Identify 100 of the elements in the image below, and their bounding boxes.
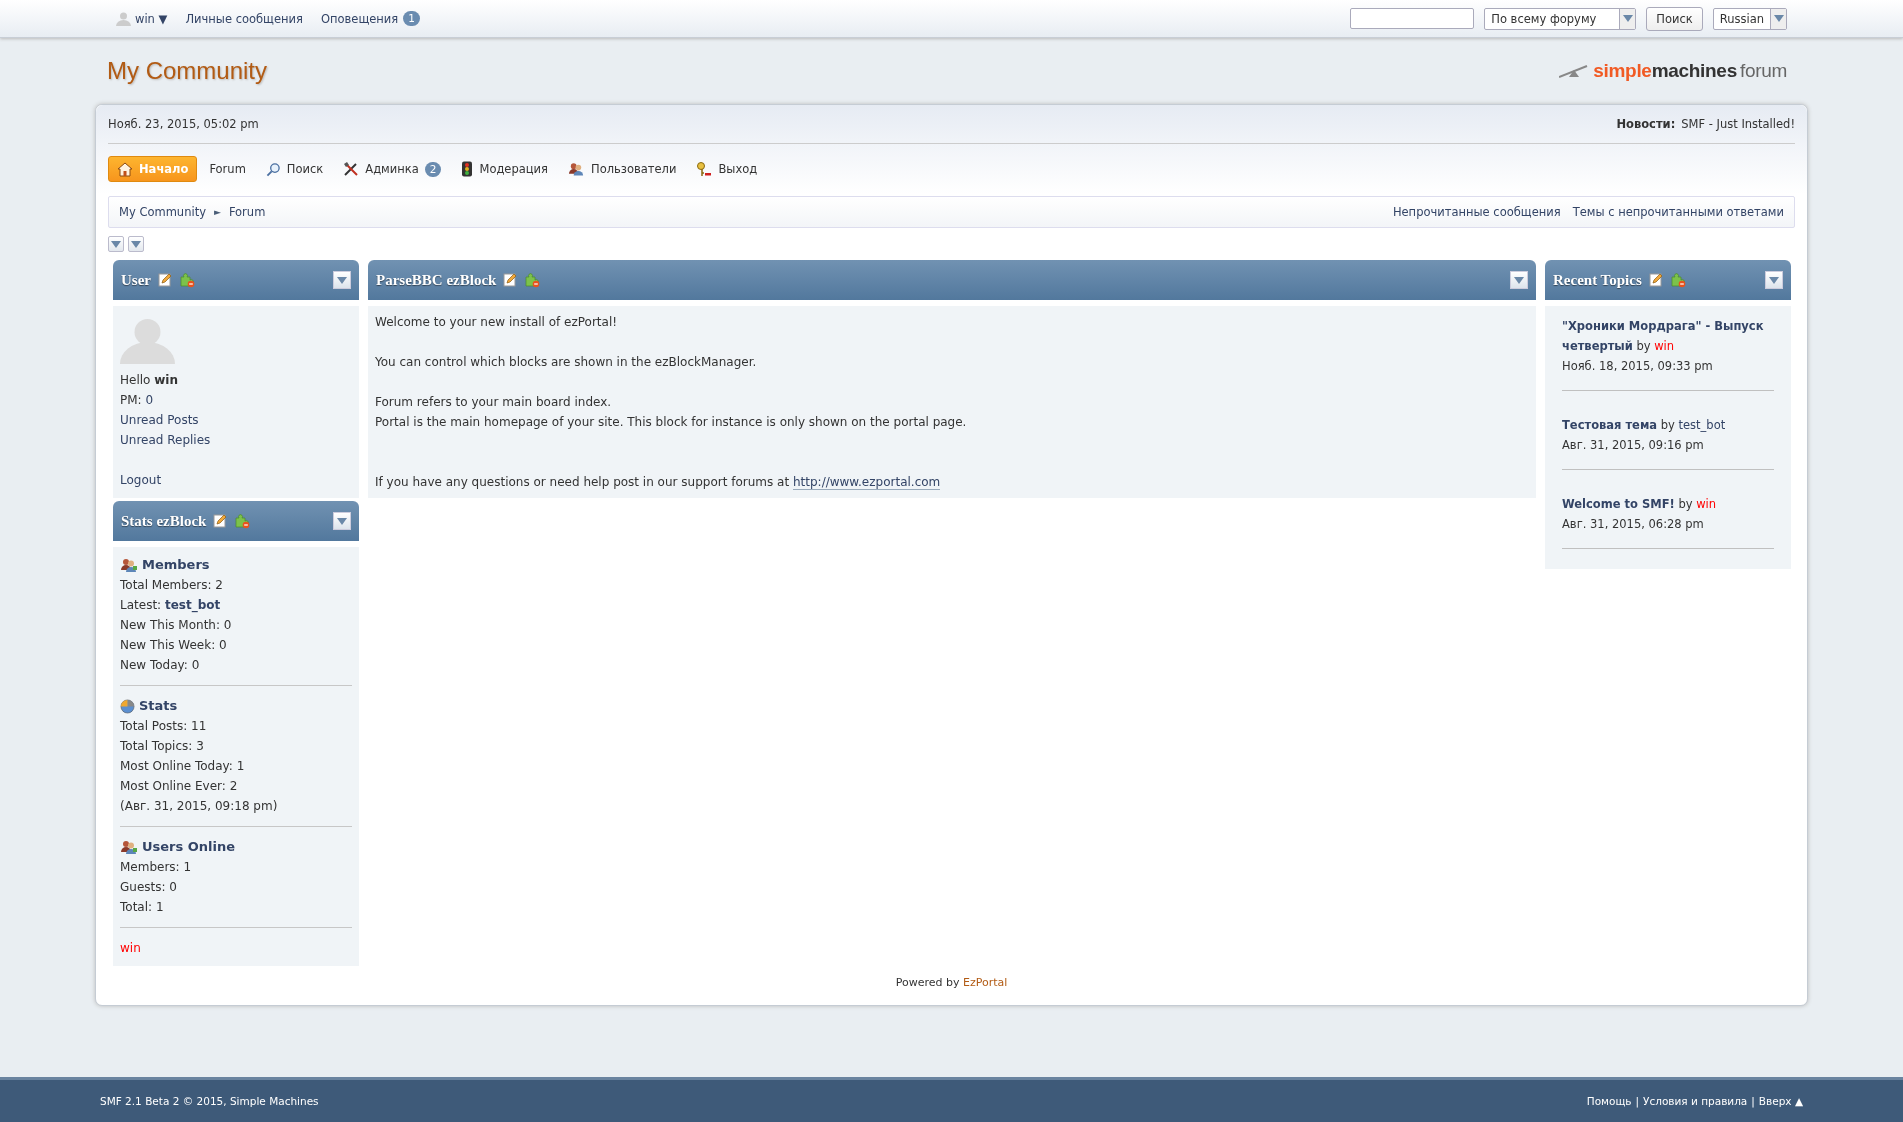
topic-date: Нояб. 18, 2015, 09:33 pm xyxy=(1562,358,1714,375)
members-icon xyxy=(120,839,138,855)
quick-link[interactable]: Непрочитанные сообщения xyxy=(1392,205,1561,219)
count-badge: 1 xyxy=(403,11,420,26)
news-text: SMF - Just Installed! xyxy=(1681,117,1795,131)
top-link[interactable]: Личные сообщения xyxy=(185,11,303,26)
top-link[interactable]: Оповещения xyxy=(320,11,399,26)
stat-line: Members: 1 xyxy=(120,859,193,876)
menu-item[interactable]: Выход xyxy=(688,157,766,181)
current-date: Нояб. 23, 2015, 05:02 pm xyxy=(108,117,259,131)
chevron-down-icon xyxy=(1514,276,1524,284)
author-link[interactable]: win xyxy=(1696,497,1717,511)
stat-line: Total Topics: 3 xyxy=(120,738,205,755)
stat-line: Most Online Ever: 2 xyxy=(120,778,239,795)
collapse-button[interactable] xyxy=(333,271,351,289)
user-menu-link[interactable]: win ▼ xyxy=(135,11,168,26)
user-link[interactable]: Unread Replies xyxy=(120,433,211,447)
stat-line: Total: 1 xyxy=(120,899,165,916)
section-title: Members xyxy=(142,556,210,574)
stat-line: Guests: 0 xyxy=(120,879,178,896)
chevron-down-icon xyxy=(1769,276,1779,284)
collapse-button[interactable] xyxy=(1765,271,1783,289)
breadcrumb-link[interactable]: My Community xyxy=(119,205,206,219)
breadcrumb-link[interactable]: Forum xyxy=(228,205,266,219)
quick-link[interactable]: Темы с непрочитанными ответами xyxy=(1572,205,1784,219)
chevron-down-icon xyxy=(337,517,347,525)
author-link[interactable]: test_bot xyxy=(1678,418,1726,432)
home-icon xyxy=(117,161,133,177)
members-icon xyxy=(120,557,138,573)
topic-heading[interactable]: "Хроники Мордрага" - Выпуск четвертый by win xyxy=(1562,316,1774,356)
puzzle-icon[interactable] xyxy=(524,272,541,288)
stat-line: (Авг. 31, 2015, 09:18 pm) xyxy=(120,798,279,815)
section-title: Stats xyxy=(139,697,178,715)
author-link[interactable]: win xyxy=(1654,339,1675,353)
collapse-button[interactable] xyxy=(1510,271,1528,289)
logout-link[interactable]: Logout xyxy=(120,473,162,487)
topic-heading[interactable]: Тестовая тема by test_bot xyxy=(1562,415,1774,435)
tools-icon xyxy=(343,161,360,177)
footer-link[interactable]: Условия и правила xyxy=(1643,1095,1748,1107)
stat-line: Latest: test_bot xyxy=(120,597,222,615)
pm-label: PM: xyxy=(120,393,142,407)
search-button[interactable]: Поиск xyxy=(1646,6,1703,31)
collapse-button[interactable] xyxy=(333,512,351,530)
link-separator: | xyxy=(1635,1095,1640,1107)
footer-link[interactable]: Вверх ▲ xyxy=(1758,1095,1803,1107)
copyright-text: SMF 2.1 Beta 2 © 2015, Simple Machines xyxy=(100,1095,319,1107)
stat-line: Total Members: 2 xyxy=(120,577,224,594)
pencil-icon[interactable] xyxy=(503,273,518,287)
collapse-button[interactable] xyxy=(128,236,144,252)
puzzle-icon[interactable] xyxy=(179,272,195,288)
pencil-icon[interactable] xyxy=(158,273,172,287)
menu-item[interactable]: Forum xyxy=(201,158,254,180)
topic-date: Авг. 31, 2015, 09:16 pm xyxy=(1562,437,1705,454)
pencil-icon[interactable] xyxy=(1648,273,1663,287)
menu-item[interactable]: Админка 2 xyxy=(335,157,450,181)
puzzle-icon[interactable] xyxy=(1669,272,1686,288)
chevron-down-icon xyxy=(1773,15,1784,22)
section-title: Users Online xyxy=(142,838,236,856)
block-title: Recent Topics xyxy=(1553,271,1642,289)
breadcrumb-separator: ► xyxy=(213,207,221,217)
search-field[interactable] xyxy=(1350,8,1475,29)
paragraph-line: Portal is the main homepage of your site. This block for instance is only shown on the portal page. xyxy=(375,414,968,431)
menu-item[interactable]: Поиск xyxy=(257,157,332,181)
pm-count-link[interactable]: 0 xyxy=(145,393,154,407)
forum-title[interactable]: My Community xyxy=(107,57,268,85)
puzzle-icon[interactable] xyxy=(234,513,251,529)
search-icon xyxy=(265,161,281,177)
paragraph-line: You can control which blocks are shown in the ezBlockManager. xyxy=(375,354,758,371)
greeting-text: Hello win xyxy=(120,372,179,389)
paragraph-line: Forum refers to your main board index. xyxy=(375,394,613,411)
paragraph-line: Welcome to your new install of ezPortal! xyxy=(375,314,619,331)
user-link[interactable]: Unread Posts xyxy=(120,413,199,427)
topic-heading[interactable]: Welcome to SMF! by win xyxy=(1562,494,1774,514)
language-select[interactable]: Russian xyxy=(1712,7,1787,30)
online-user-link[interactable]: win xyxy=(120,941,141,955)
news-label: Новости: xyxy=(1616,117,1676,131)
menu-item[interactable]: Пользователи xyxy=(560,157,685,181)
count-badge: 2 xyxy=(424,161,442,177)
pie-chart-icon xyxy=(120,698,135,714)
users-icon xyxy=(568,161,585,177)
key-icon xyxy=(696,161,713,177)
search-scope-select[interactable]: По всему форуму xyxy=(1484,7,1637,30)
ezportal-link[interactable]: EzPortal xyxy=(962,976,1008,989)
stat-line: Most Online Today: 1 xyxy=(120,758,246,775)
support-link[interactable]: http://www.ezportal.com xyxy=(792,475,941,490)
block-title: Stats ezBlock xyxy=(121,512,207,530)
powered-by-text: Powered by xyxy=(895,976,960,989)
pencil-icon[interactable] xyxy=(213,514,228,528)
forum-logo[interactable]: simplemachinesforum xyxy=(1593,60,1787,82)
link-separator: | xyxy=(1751,1095,1755,1107)
stat-line: New This Week: 0 xyxy=(120,637,228,654)
block-title: User xyxy=(121,271,151,289)
avatar-silhouette xyxy=(120,318,175,364)
footer-link[interactable]: Помощь xyxy=(1586,1095,1632,1107)
collapse-button[interactable] xyxy=(108,236,124,252)
stat-line: New Today: 0 xyxy=(120,657,201,674)
chevron-down-icon xyxy=(337,276,347,284)
menu-item[interactable]: Модерация xyxy=(453,157,556,181)
traffic-light-icon xyxy=(461,161,474,177)
stat-line: New This Month: 0 xyxy=(120,617,233,634)
